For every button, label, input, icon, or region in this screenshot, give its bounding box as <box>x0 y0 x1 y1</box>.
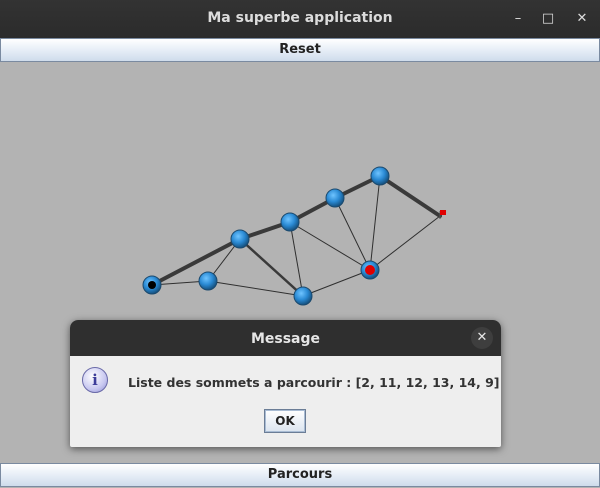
graph-node[interactable] <box>293 286 313 306</box>
graph-path <box>150 174 442 298</box>
start-marker <box>148 281 156 289</box>
path-edge <box>378 174 442 218</box>
dialog-close-icon[interactable]: ✕ <box>471 327 493 349</box>
reset-button[interactable]: Reset <box>0 38 600 62</box>
parcours-button[interactable]: Parcours <box>0 463 600 487</box>
graph-node[interactable] <box>280 212 300 232</box>
graph-node[interactable] <box>198 271 218 291</box>
graph-node[interactable] <box>230 229 250 249</box>
info-icon: i <box>82 367 108 393</box>
ok-button[interactable]: OK <box>264 409 306 433</box>
maximize-icon[interactable]: □ <box>539 10 557 28</box>
graph-edge <box>369 175 381 271</box>
close-icon[interactable]: ✕ <box>573 10 591 28</box>
dialog-title: Message <box>70 320 501 356</box>
dialog-message: Liste des sommets a parcourir : [2, 11, … <box>128 375 500 390</box>
graph-edge <box>302 269 371 297</box>
window-titlebar: Ma superbe application – □ ✕ <box>0 0 600 38</box>
graph-node[interactable] <box>370 166 390 186</box>
selected-marker <box>365 265 375 275</box>
minimize-icon[interactable]: – <box>509 10 527 28</box>
path-edge <box>150 237 242 287</box>
graph-edges <box>151 175 441 297</box>
message-dialog: Message ✕ i Liste des sommets a parcouri… <box>70 320 501 447</box>
graph-edge <box>369 215 441 271</box>
graph-node[interactable] <box>325 188 345 208</box>
